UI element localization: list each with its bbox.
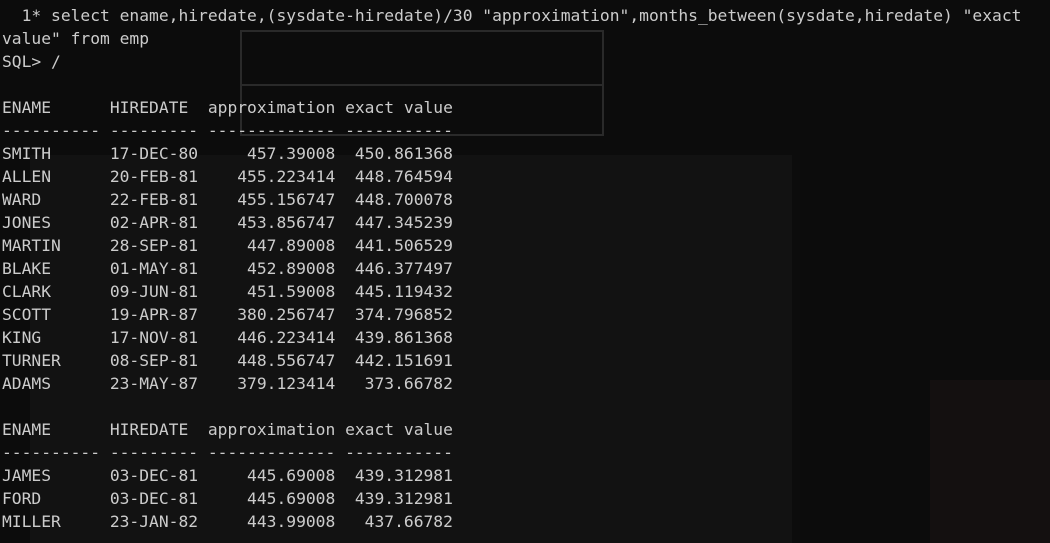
sql-command-line: 1* select ename,hiredate,(sysdate-hireda…	[2, 6, 1022, 25]
result-header-row: ENAME HIREDATE approximation exact value	[2, 420, 453, 439]
result-row: JONES 02-APR-81 453.856747 447.345239	[2, 213, 453, 232]
result-row: CLARK 09-JUN-81 451.59008 445.119432	[2, 282, 453, 301]
result-row: TURNER 08-SEP-81 448.556747 442.151691	[2, 351, 453, 370]
sql-prompt-line: SQL> /	[2, 52, 61, 71]
result-header-row: ENAME HIREDATE approximation exact value	[2, 98, 453, 117]
result-row: BLAKE 01-MAY-81 452.89008 446.377497	[2, 259, 453, 278]
result-row: WARD 22-FEB-81 455.156747 448.700078	[2, 190, 453, 209]
result-row: FORD 03-DEC-81 445.69008 439.312981	[2, 489, 453, 508]
result-header-separator: ---------- --------- ------------- -----…	[2, 443, 453, 462]
result-row: SMITH 17-DEC-80 457.39008 450.861368	[2, 144, 453, 163]
result-row: MILLER 23-JAN-82 443.99008 437.66782	[2, 512, 453, 531]
terminal-output: 1* select ename,hiredate,(sysdate-hireda…	[2, 4, 1021, 533]
result-row: KING 17-NOV-81 446.223414 439.861368	[2, 328, 453, 347]
result-row: SCOTT 19-APR-87 380.256747 374.796852	[2, 305, 453, 324]
sql-command-line-continued: value" from emp	[2, 29, 150, 48]
result-header-separator: ---------- --------- ------------- -----…	[2, 121, 453, 140]
result-row: JAMES 03-DEC-81 445.69008 439.312981	[2, 466, 453, 485]
result-row: ALLEN 20-FEB-81 455.223414 448.764594	[2, 167, 453, 186]
result-row: ADAMS 23-MAY-87 379.123414 373.66782	[2, 374, 453, 393]
result-row: MARTIN 28-SEP-81 447.89008 441.506529	[2, 236, 453, 255]
terminal-window[interactable]: 1* select ename,hiredate,(sysdate-hireda…	[0, 0, 1050, 543]
